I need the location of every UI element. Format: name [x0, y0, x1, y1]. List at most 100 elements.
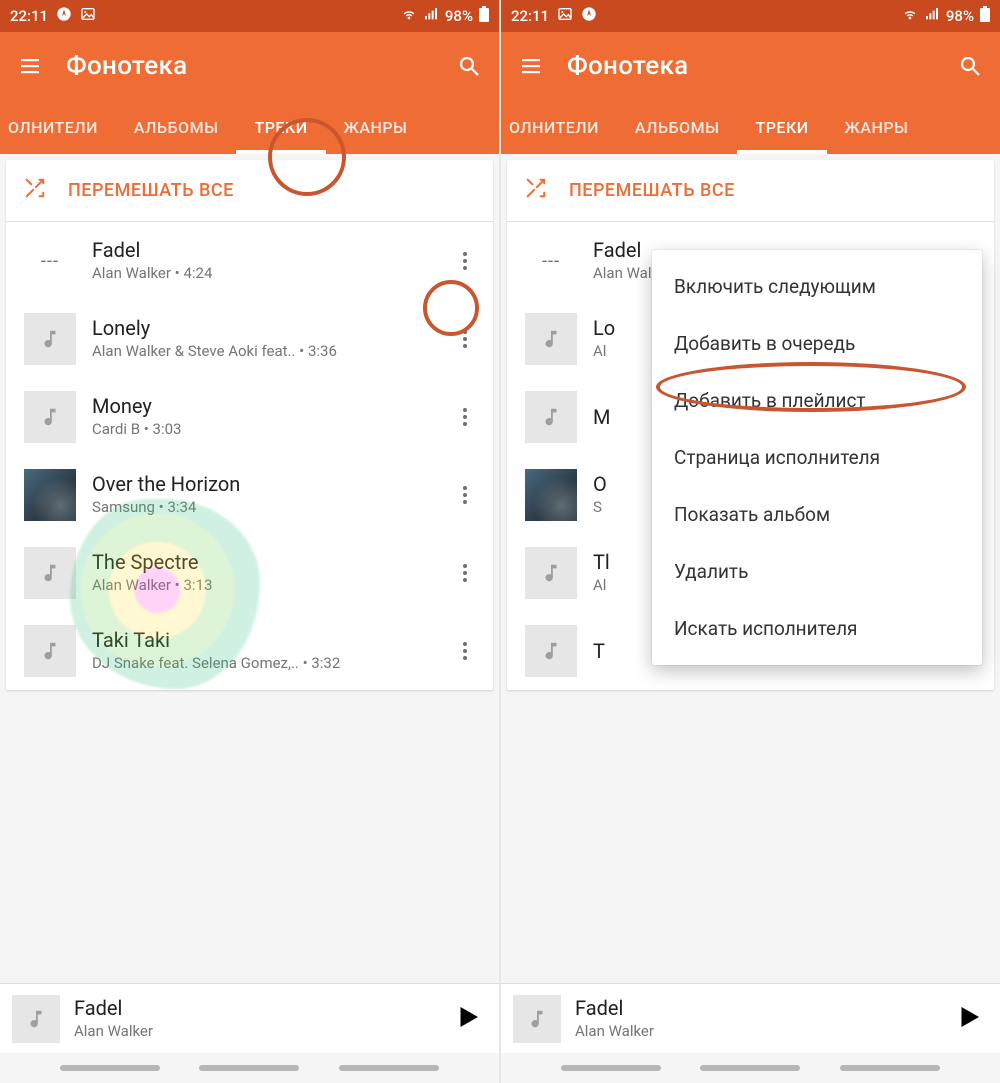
track-thumbnail: [24, 391, 76, 443]
now-playing-thumbnail: [12, 995, 60, 1043]
track-thumbnail: [24, 469, 76, 521]
track-title: Lonely: [92, 316, 429, 341]
menu-item-search-artist[interactable]: Искать исполнителя: [652, 600, 982, 657]
track-thumbnail: [525, 391, 577, 443]
track-thumbnail: ---: [525, 235, 577, 287]
menu-item-delete[interactable]: Удалить: [652, 543, 982, 600]
track-subtitle: Samsung • 3:34: [92, 497, 429, 517]
android-nav-bar: [0, 1053, 499, 1083]
status-bar: 22:11 98%: [0, 0, 499, 32]
track-row[interactable]: --- Fadel Alan Walker • 4:24: [6, 222, 493, 300]
now-playing-title: Fadel: [575, 996, 940, 1021]
track-row[interactable]: Over the Horizon Samsung • 3:34: [6, 456, 493, 534]
app-bar: Фонотека: [0, 32, 499, 100]
track-more-icon[interactable]: [445, 319, 485, 359]
nav-back[interactable]: [339, 1065, 439, 1071]
track-row[interactable]: Taki Taki DJ Snake feat. Selena Gomez,..…: [6, 612, 493, 690]
content-area: ПЕРЕМЕШАТЬ ВСЕ --- Fadel Alan Walker • 4…: [501, 154, 1000, 983]
status-time: 22:11: [511, 7, 549, 25]
track-row[interactable]: Lonely Alan Walker & Steve Aoki feat.. •…: [6, 300, 493, 378]
tab-bar: ОЛНИТЕЛИ АЛЬБОМЫ ТРЕКИ ЖАНРЫ: [501, 100, 1000, 154]
nav-recent[interactable]: [60, 1065, 160, 1071]
status-battery-icon: [980, 6, 990, 26]
tab-albums[interactable]: АЛЬБОМЫ: [116, 100, 237, 154]
shuffle-icon: [525, 177, 547, 204]
menu-item-show-album[interactable]: Показать альбом: [652, 486, 982, 543]
track-thumbnail: [24, 547, 76, 599]
status-signal-icon: [423, 6, 439, 26]
tab-tracks[interactable]: ТРЕКИ: [236, 100, 325, 154]
menu-item-play-next[interactable]: Включить следующим: [652, 258, 982, 315]
track-row[interactable]: The Spectre Alan Walker • 3:13: [6, 534, 493, 612]
track-row[interactable]: Money Cardi B • 3:03: [6, 378, 493, 456]
track-thumbnail: [525, 313, 577, 365]
track-title: The Spectre: [92, 550, 429, 575]
status-battery-icon: [479, 6, 489, 26]
track-subtitle: Alan Walker & Steve Aoki feat.. • 3:36: [92, 341, 429, 361]
hamburger-icon[interactable]: [14, 50, 46, 82]
nav-recent[interactable]: [561, 1065, 661, 1071]
track-title: Money: [92, 394, 429, 419]
now-playing-thumbnail: [513, 995, 561, 1043]
tab-artists[interactable]: ОЛНИТЕЛИ: [0, 100, 116, 154]
track-title: Fadel: [92, 238, 429, 263]
tab-artists[interactable]: ОЛНИТЕЛИ: [501, 100, 617, 154]
track-thumbnail: [24, 625, 76, 677]
track-thumbnail: [24, 313, 76, 365]
now-playing-bar[interactable]: Fadel Alan Walker: [0, 983, 499, 1053]
track-title: Taki Taki: [92, 628, 429, 653]
status-signal-icon: [924, 6, 940, 26]
tab-tracks[interactable]: ТРЕКИ: [737, 100, 826, 154]
tab-albums[interactable]: АЛЬБОМЫ: [617, 100, 738, 154]
status-compass-icon: [581, 6, 597, 26]
search-icon[interactable]: [453, 50, 485, 82]
menu-item-add-to-queue[interactable]: Добавить в очередь: [652, 315, 982, 372]
now-playing-title: Fadel: [74, 996, 439, 1021]
shuffle-label: ПЕРЕМЕШАТЬ ВСЕ: [569, 180, 735, 201]
context-menu: Включить следующим Добавить в очередь До…: [652, 250, 982, 665]
track-thumbnail: [525, 469, 577, 521]
status-battery-text: 98%: [445, 7, 473, 25]
app-bar: Фонотека: [501, 32, 1000, 100]
track-more-icon[interactable]: [445, 631, 485, 671]
track-more-icon[interactable]: [445, 241, 485, 281]
search-icon[interactable]: [954, 50, 986, 82]
screenshot-right: 22:11 98% Фонотека: [501, 0, 1000, 1083]
hamburger-icon[interactable]: [515, 50, 547, 82]
track-list-card: ПЕРЕМЕШАТЬ ВСЕ --- Fadel Alan Walker • 4…: [6, 160, 493, 690]
track-thumbnail: [525, 547, 577, 599]
menu-item-add-to-playlist[interactable]: Добавить в плейлист: [652, 372, 982, 429]
now-playing-subtitle: Alan Walker: [74, 1021, 439, 1041]
status-time: 22:11: [10, 7, 48, 25]
track-thumbnail: [525, 625, 577, 677]
status-image-icon: [557, 6, 573, 26]
now-playing-bar[interactable]: Fadel Alan Walker: [501, 983, 1000, 1053]
track-more-icon[interactable]: [445, 553, 485, 593]
track-subtitle: DJ Snake feat. Selena Gomez,.. • 3:32: [92, 653, 429, 673]
track-subtitle: Alan Walker • 3:13: [92, 575, 429, 595]
play-icon[interactable]: [954, 1002, 984, 1036]
shuffle-all-button[interactable]: ПЕРЕМЕШАТЬ ВСЕ: [6, 160, 493, 222]
nav-back[interactable]: [840, 1065, 940, 1071]
nav-home[interactable]: [199, 1065, 299, 1071]
shuffle-icon: [24, 177, 46, 204]
status-battery-text: 98%: [946, 7, 974, 25]
play-icon[interactable]: [453, 1002, 483, 1036]
status-compass-icon: [56, 6, 72, 26]
track-more-icon[interactable]: [445, 475, 485, 515]
menu-item-artist-page[interactable]: Страница исполнителя: [652, 429, 982, 486]
status-wifi-icon: [401, 6, 417, 26]
status-image-icon: [80, 6, 96, 26]
tab-bar: ОЛНИТЕЛИ АЛЬБОМЫ ТРЕКИ ЖАНРЫ: [0, 100, 499, 154]
tab-genres[interactable]: ЖАНРЫ: [827, 100, 927, 154]
screenshot-left: 22:11 98% Фонотека: [0, 0, 499, 1083]
status-wifi-icon: [902, 6, 918, 26]
page-title: Фонотека: [66, 51, 187, 81]
status-bar: 22:11 98%: [501, 0, 1000, 32]
track-subtitle: Alan Walker • 4:24: [92, 263, 429, 283]
tab-genres[interactable]: ЖАНРЫ: [326, 100, 426, 154]
nav-home[interactable]: [700, 1065, 800, 1071]
shuffle-label: ПЕРЕМЕШАТЬ ВСЕ: [68, 180, 234, 201]
shuffle-all-button[interactable]: ПЕРЕМЕШАТЬ ВСЕ: [507, 160, 994, 222]
track-more-icon[interactable]: [445, 397, 485, 437]
